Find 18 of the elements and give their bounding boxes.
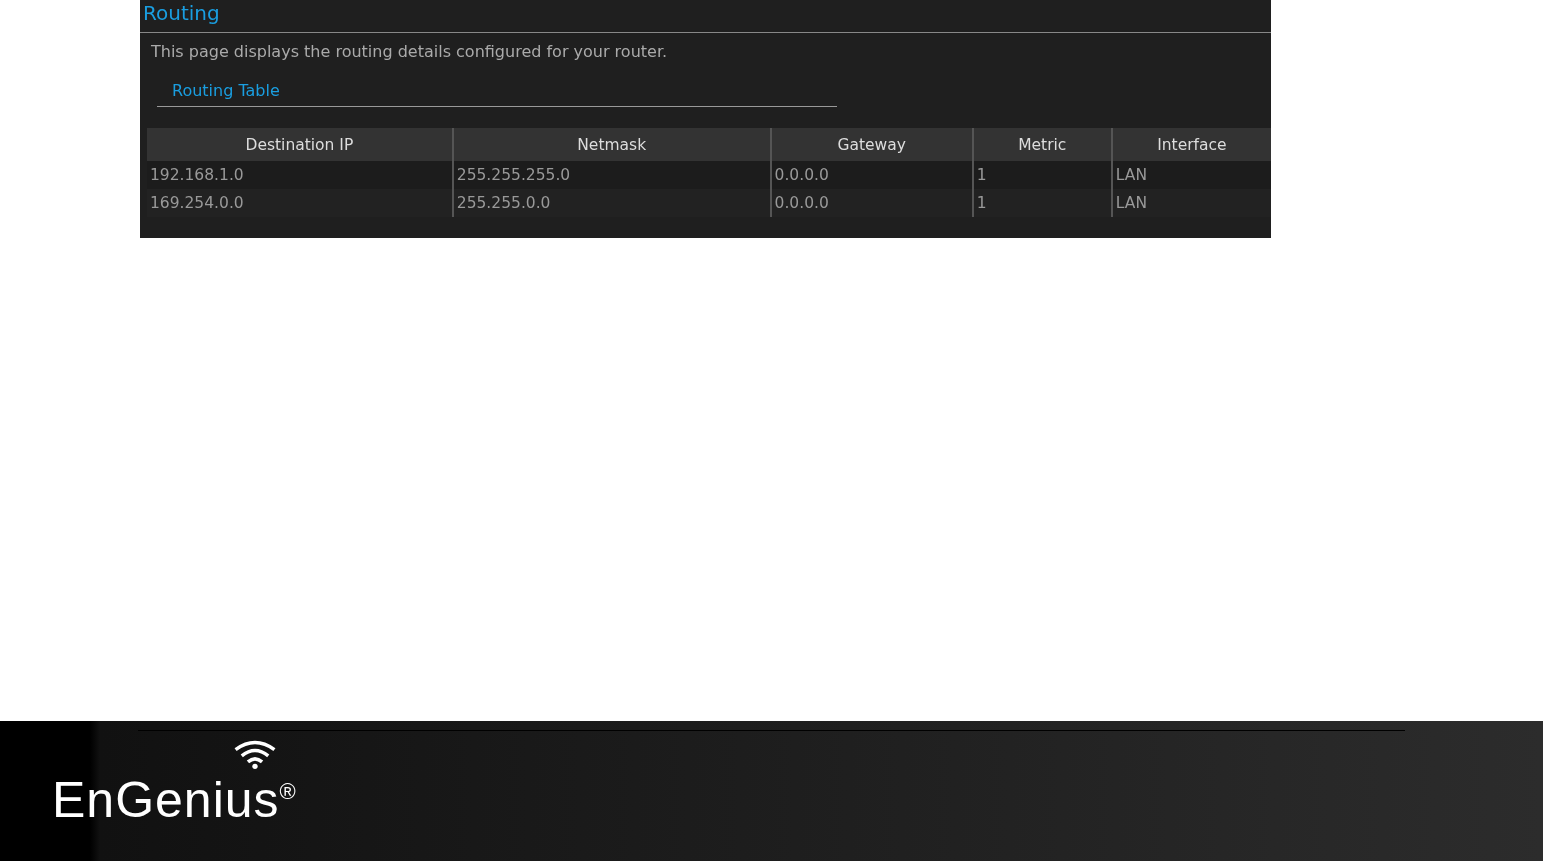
table-cell: LAN bbox=[1111, 161, 1271, 189]
table-cell: 255.255.255.0 bbox=[452, 161, 771, 189]
table-cell: 192.168.1.0 bbox=[147, 161, 453, 189]
page-title: Routing bbox=[140, 0, 1271, 33]
section-title: Routing Table bbox=[157, 81, 837, 107]
column-header: Metric bbox=[972, 128, 1112, 161]
table-cell: 255.255.0.0 bbox=[452, 189, 771, 217]
column-header: Destination IP bbox=[147, 128, 453, 161]
column-header: Interface bbox=[1111, 128, 1271, 161]
brand-logo: EnGenius$^{®}$ bbox=[52, 775, 297, 825]
column-header: Netmask bbox=[452, 128, 771, 161]
column-header: Gateway bbox=[770, 128, 973, 161]
table-cell: 1 bbox=[972, 161, 1112, 189]
table-cell: 1 bbox=[972, 189, 1112, 217]
table-cell: 0.0.0.0 bbox=[770, 189, 973, 217]
wifi-icon bbox=[232, 739, 278, 769]
table-cell: 0.0.0.0 bbox=[770, 161, 973, 189]
page-description: This page displays the routing details configured for your router. bbox=[150, 41, 669, 61]
